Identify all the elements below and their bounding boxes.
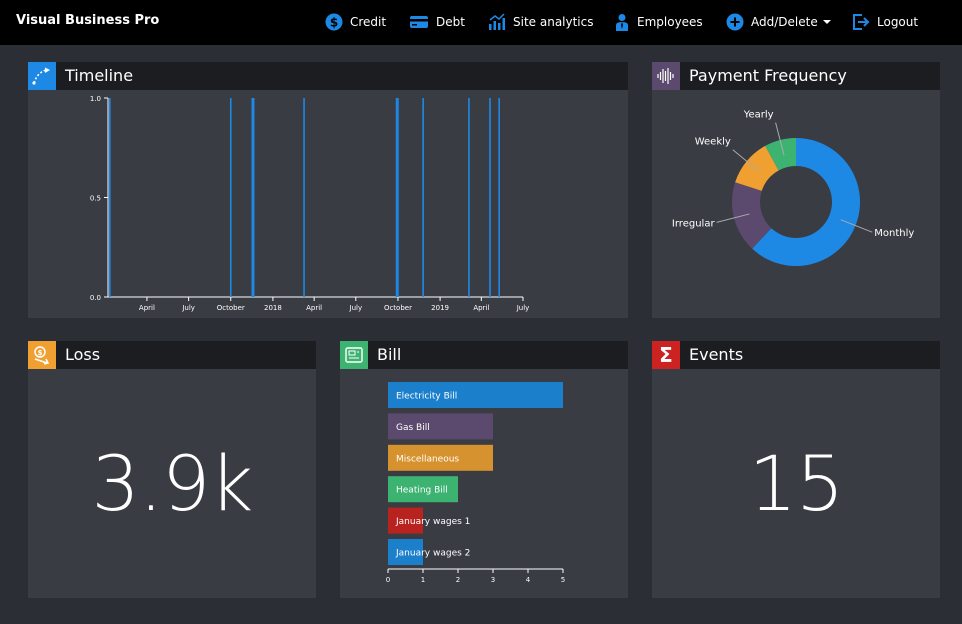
- bill-panel-header: Bill: [340, 341, 628, 369]
- nav-debt-label: Debt: [436, 15, 465, 29]
- bill-icon: [340, 341, 368, 369]
- nav-add-delete-label: Add/Delete: [751, 15, 818, 29]
- payment-frequency-chart: Monthly Irregular Weekly Yearly: [672, 110, 914, 266]
- top-navbar: Visual Business Pro $ Credit Debt Site a…: [0, 0, 962, 45]
- events-value: 15: [748, 439, 845, 528]
- dollar-circle-icon: $: [325, 13, 343, 31]
- timeline-x-tick-label: October: [217, 304, 245, 312]
- timeline-x-tick-label: October: [384, 304, 412, 312]
- soundwave-icon: [652, 62, 680, 90]
- bar-x-tick-label: 3: [491, 576, 495, 584]
- timeline-x-tick-label: April: [306, 304, 322, 312]
- credit-card-icon: [410, 16, 428, 28]
- timeline-x-tick-label: April: [473, 304, 489, 312]
- nav-add-delete-dropdown[interactable]: Add/Delete: [726, 11, 831, 33]
- loss-title: Loss: [65, 345, 101, 364]
- donut-label: Weekly: [695, 137, 731, 148]
- timeline-y-tick-label: 0.5: [90, 195, 101, 203]
- nav-debt[interactable]: Debt: [409, 11, 465, 33]
- sigma-icon: Σ: [652, 341, 680, 369]
- timeline-chart: 1.0 0.5 0.0 April July October 2018 April July Oc…: [90, 95, 530, 312]
- events-panel: Σ Events 15: [652, 341, 940, 598]
- payment-frequency-panel: Payment Frequency Monthly Irregular Weekly…: [652, 62, 940, 318]
- timeline-title: Timeline: [65, 66, 134, 85]
- nav-employees-label: Employees: [637, 15, 703, 29]
- brand-title[interactable]: Visual Business Pro: [16, 13, 159, 28]
- plus-circle-icon: [726, 13, 744, 31]
- timeline-x-tick-label: April: [139, 304, 155, 312]
- events-title: Events: [689, 345, 744, 364]
- nav-credit-label: Credit: [350, 15, 387, 29]
- payment-frequency-title: Payment Frequency: [689, 66, 847, 85]
- timeline-x-tick-label: July: [349, 304, 363, 312]
- bar-label: Electricity Bill: [396, 392, 457, 402]
- svg-text:Σ: Σ: [659, 345, 673, 365]
- loss-panel: $ Loss 3.9k: [28, 341, 316, 598]
- nav-site-analytics[interactable]: Site analytics: [488, 11, 594, 33]
- payment-frequency-panel-header: Payment Frequency: [652, 62, 940, 90]
- timeline-x-tick-label: July: [516, 304, 530, 312]
- analytics-icon: [489, 13, 505, 30]
- donut-label: Monthly: [874, 228, 914, 239]
- bar-x-tick-label: 2: [456, 576, 460, 584]
- svg-text:$: $: [38, 349, 43, 357]
- chevron-down-icon: [822, 20, 831, 24]
- nav-logout[interactable]: Logout: [852, 11, 918, 33]
- bar-label: January wages 1: [395, 517, 470, 527]
- timeline-y-tick-label: 1.0: [90, 95, 101, 103]
- svg-text:$: $: [330, 16, 338, 30]
- timeline-x-tick-label: 2019: [431, 304, 449, 312]
- bar-label: Heating Bill: [396, 486, 448, 496]
- timeline-panel-header: Timeline: [28, 62, 628, 90]
- nav-credit[interactable]: $ Credit: [325, 11, 386, 33]
- bar-x-tick-label: 1: [421, 576, 425, 584]
- loss-value: 3.9k: [91, 439, 254, 528]
- events-panel-header: Σ Events: [652, 341, 940, 369]
- loss-panel-header: $ Loss: [28, 341, 316, 369]
- bill-title: Bill: [377, 345, 402, 364]
- nav-logout-label: Logout: [877, 15, 919, 29]
- bar-x-tick-label: 4: [526, 576, 531, 584]
- bar-label: Miscellaneous: [396, 454, 459, 464]
- bar-x-tick-label: 5: [561, 576, 565, 584]
- donut-label: Yearly: [743, 110, 774, 121]
- timeline-panel: Timeline 1.0 0.5 0.0 April July October 2018 Ap…: [28, 62, 628, 318]
- timeline-x-tick-label: 2018: [264, 304, 282, 312]
- timeline-icon: [28, 62, 56, 90]
- bill-chart: Electricity Bill Gas Bill Miscellaneous Hea…: [386, 382, 565, 584]
- money-down-icon: $: [28, 341, 56, 369]
- bar-label: January wages 2: [395, 549, 470, 559]
- logout-icon: [853, 14, 870, 30]
- bar-x-tick-label: 0: [386, 576, 390, 584]
- nav-employees[interactable]: Employees: [614, 11, 703, 33]
- bar-label: Gas Bill: [396, 423, 430, 433]
- donut-label: Irregular: [672, 218, 716, 229]
- employee-icon: [616, 14, 628, 31]
- nav-site-analytics-label: Site analytics: [513, 15, 594, 29]
- timeline-x-tick-label: July: [181, 304, 195, 312]
- bill-panel: Bill Electricity Bill Gas Bill Miscellaneo…: [340, 341, 628, 598]
- timeline-y-tick-label: 0.0: [90, 294, 101, 302]
